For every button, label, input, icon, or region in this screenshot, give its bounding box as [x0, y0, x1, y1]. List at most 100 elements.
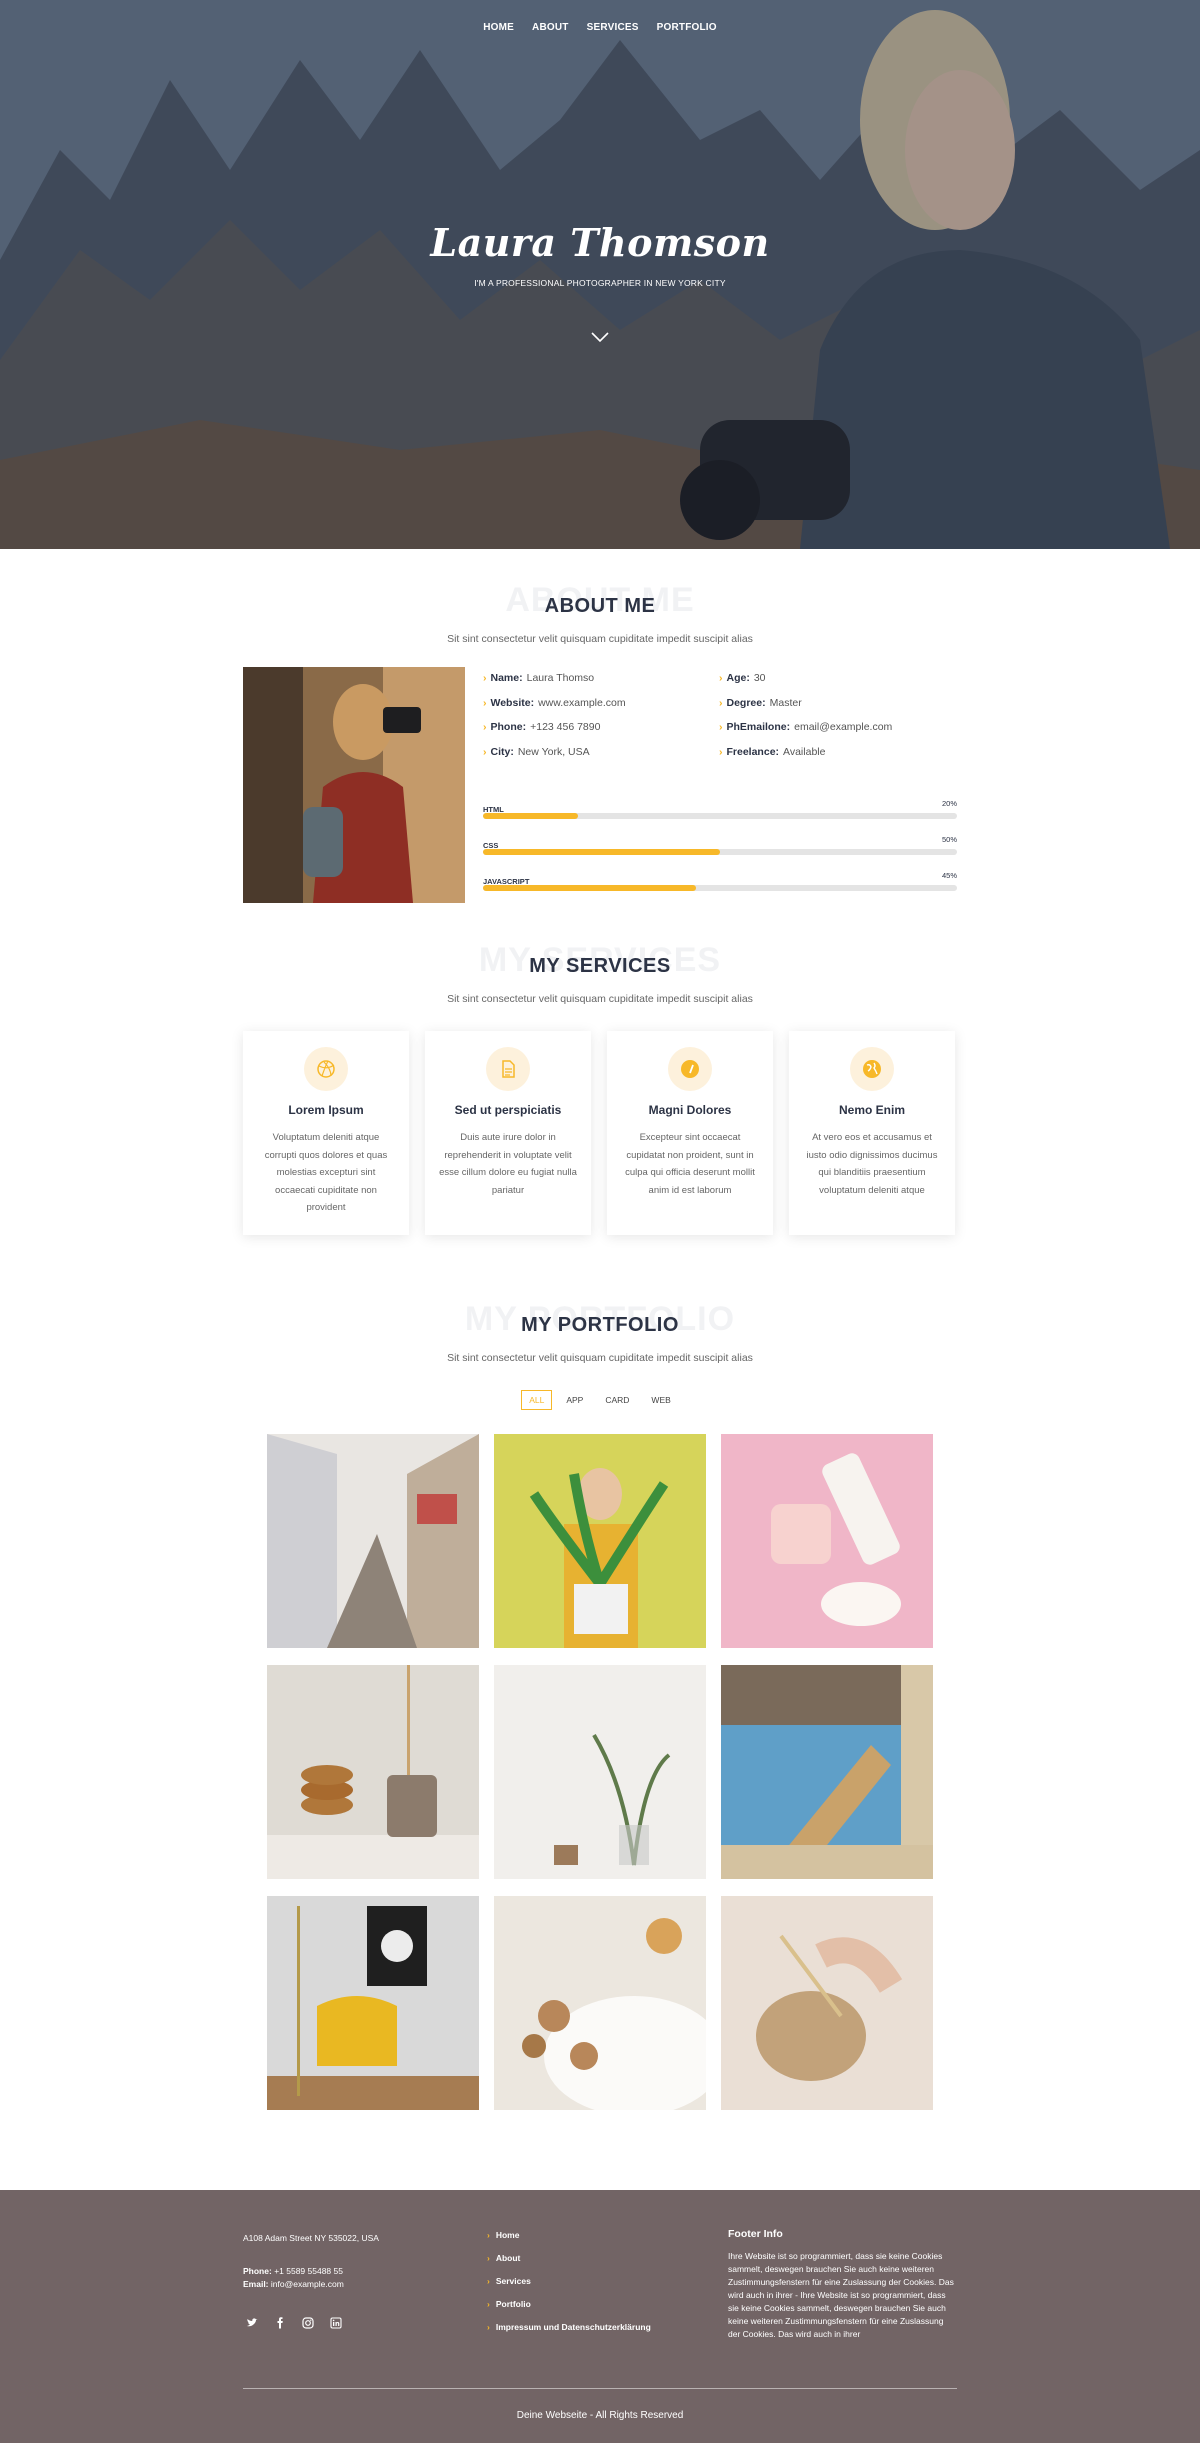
service-text: Voluptatum deleniti atque corrupti quos … [264, 1132, 388, 1213]
skill-percent: 50% [941, 835, 957, 844]
service-title: Lorem Ipsum [288, 1103, 364, 1117]
skill-css: CSS 50% [483, 835, 957, 871]
skill-track [483, 885, 957, 891]
portfolio-item-plant-vase[interactable] [494, 1665, 706, 1879]
service-text: Excepteur sint occaecat cupidatat non pr… [625, 1132, 755, 1196]
portfolio-grid [267, 1434, 933, 2110]
footer-address: A108 Adam Street NY 535022, USA [243, 2233, 379, 2243]
about-description: Sit sint consectetur velit quisquam cupi… [447, 633, 753, 645]
portfolio-section: MY PORTFOLIO MY PORTFOLIO Sit sint conse… [0, 1292, 1200, 2190]
service-card[interactable]: Magni Dolores Excepteur sint occaecat cu… [607, 1031, 773, 1235]
info-freelance: › Freelance: Available [719, 745, 826, 758]
service-card[interactable]: Lorem Ipsum Voluptatum deleniti atque co… [243, 1031, 409, 1235]
service-title: Magni Dolores [648, 1103, 732, 1117]
portfolio-item-boy-plant[interactable] [494, 1434, 706, 1648]
filter-all[interactable]: ALL [521, 1390, 553, 1410]
nav-about[interactable]: ABOUT [532, 22, 569, 33]
chevron-right-icon: › [487, 2276, 490, 2286]
about-info-left: › Name: Laura Thomso › Website: www.example.… [483, 671, 713, 769]
services-description: Sit sint consectetur velit quisquam cupi… [447, 993, 753, 1005]
footer-link-impressum[interactable]: › Impressum und Datenschutzerklärung [487, 2322, 651, 2345]
nav-portfolio[interactable]: PORTFOLIO [657, 22, 717, 33]
footer-link-about[interactable]: › About [487, 2253, 651, 2276]
skill-bar [483, 885, 697, 891]
service-text: At vero eos et accusamus et iusto odio d… [806, 1132, 938, 1196]
portfolio-description: Sit sint consectetur velit quisquam cupi… [447, 1352, 753, 1364]
footer-info-text: Ihre Website ist so programmiert, dass s… [728, 2251, 954, 2339]
chevron-right-icon: › [487, 2230, 490, 2240]
linkedin-icon[interactable] [327, 2314, 345, 2332]
hero-subtitle: I'M A PROFESSIONAL PHOTOGRAPHER IN NEW Y… [474, 278, 726, 288]
portfolio-item-street[interactable] [267, 1434, 479, 1648]
footer-link-home[interactable]: › Home [487, 2230, 651, 2253]
portfolio-header: MY PORTFOLIO MY PORTFOLIO Sit sint conse… [0, 1300, 1200, 1370]
portfolio-item-walnuts[interactable] [494, 1896, 706, 2110]
portfolio-item-knitting[interactable] [721, 1896, 933, 2110]
speedometer-icon [668, 1047, 712, 1091]
info-phone: › Phone: +123 456 7890 [483, 721, 601, 733]
chevron-right-icon: › [719, 721, 723, 733]
skill-percent: 45% [941, 871, 957, 880]
info-city: › City: New York, USA [483, 745, 590, 758]
file-icon [486, 1047, 530, 1091]
twitter-icon[interactable] [243, 2314, 261, 2332]
footer-info-title: Footer Info [728, 2228, 783, 2240]
nav-services[interactable]: SERVICES [587, 22, 639, 33]
globe-icon [850, 1047, 894, 1091]
scroll-down-chevron-icon[interactable] [590, 330, 610, 344]
filter-card[interactable]: CARD [597, 1390, 637, 1410]
info-name: › Name: Laura Thomso [483, 672, 595, 684]
nav-home[interactable]: HOME [483, 22, 514, 33]
service-card[interactable]: Nemo Enim At vero eos et accusamus et iu… [789, 1031, 955, 1235]
service-title: Nemo Enim [838, 1103, 905, 1117]
about-title: ABOUT ME [544, 595, 656, 617]
footer-email: Email: info@example.com [243, 2279, 344, 2289]
about-header: ABOUT ME ABOUT ME Sit sint consectetur v… [0, 581, 1200, 651]
facebook-icon[interactable] [271, 2314, 289, 2332]
services-title: MY SERVICES [529, 955, 671, 977]
service-card[interactable]: Sed ut perspiciatis Duis aute irure dolo… [425, 1031, 591, 1235]
filter-web[interactable]: WEB [643, 1390, 678, 1410]
instagram-icon[interactable] [299, 2314, 317, 2332]
skill-track [483, 849, 957, 855]
portfolio-title: MY PORTFOLIO [521, 1314, 679, 1336]
footer-link-portfolio[interactable]: › Portfolio [487, 2299, 651, 2322]
footer-copyright: Deine Webseite - All Rights Reserved [516, 2410, 684, 2421]
chevron-right-icon: › [483, 745, 487, 758]
footer-link-services[interactable]: › Services [487, 2276, 651, 2299]
portfolio-item-cookies-mug[interactable] [267, 1665, 479, 1879]
skills-list: HTML 20% CSS 50% JAVASCRIPT 45% [483, 799, 957, 907]
about-info-right: › Age: 30 › Degree: Master › PhEmailone: email… [719, 671, 949, 769]
footer-divider [243, 2388, 957, 2389]
skill-percent: 20% [941, 799, 957, 808]
portfolio-item-chair-balcony[interactable] [721, 1665, 933, 1879]
info-degree: › Degree: Master [719, 696, 802, 709]
hero-section: HOME ABOUT SERVICES PORTFOLIO Laura Thom… [0, 0, 1200, 549]
portfolio-item-yellow-chair[interactable] [267, 1896, 479, 2110]
about-section: ABOUT ME ABOUT ME Sit sint consectetur v… [0, 549, 1200, 933]
chevron-right-icon: › [487, 2322, 490, 2332]
hero-overlay [0, 0, 1200, 549]
info-age: › Age: 30 [719, 672, 766, 684]
social-links [243, 2314, 345, 2332]
skill-javascript: JAVASCRIPT 45% [483, 871, 957, 907]
footer-contact: A108 Adam Street NY 535022, USA Phone: +… [243, 2232, 443, 2291]
info-website: › Website: www.example.com [483, 696, 626, 709]
main-nav: HOME ABOUT SERVICES PORTFOLIO [0, 22, 1200, 33]
chevron-right-icon: › [719, 696, 723, 709]
hero-title: Laura Thomson [430, 220, 770, 265]
service-title: Sed ut perspiciatis [454, 1103, 562, 1117]
info-email: › PhEmailone: email@example.com [719, 721, 893, 733]
chevron-right-icon: › [719, 745, 723, 758]
about-photo [243, 667, 465, 903]
skill-bar [483, 813, 578, 819]
dribbble-icon [304, 1047, 348, 1091]
chevron-right-icon: › [487, 2299, 490, 2309]
footer-info: Footer Info Ihre Website ist so programm… [728, 2228, 958, 2341]
filter-app[interactable]: APP [558, 1390, 591, 1410]
portfolio-item-cosmetics[interactable] [721, 1434, 933, 1648]
footer-links: › Home › About › Services › Portfolio › Impre… [487, 2230, 651, 2345]
footer: A108 Adam Street NY 535022, USA Phone: +… [0, 2190, 1200, 2443]
chevron-right-icon: › [483, 672, 487, 684]
chevron-right-icon: › [483, 721, 487, 733]
